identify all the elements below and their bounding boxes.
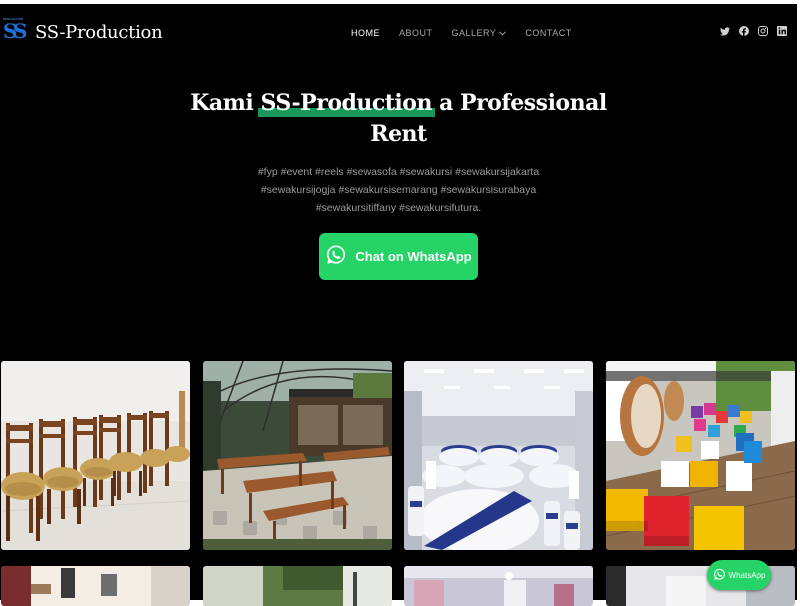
social-links [720,26,787,36]
nav-item-about[interactable]: ABOUT [399,28,433,38]
logo-mark-icon: PRODUCTION SS [3,17,31,46]
whatsapp-icon [325,244,347,270]
nav-item-label: CONTACT [525,28,572,38]
facebook-icon[interactable] [739,26,749,36]
instagram-icon[interactable] [758,26,768,36]
gallery-image-outdoor-benches[interactable] [203,361,392,550]
hero-title-highlight-text: SS-Production [260,90,432,116]
twitter-icon[interactable] [720,26,730,36]
nav-item-contact[interactable]: CONTACT [525,28,571,38]
brand-logo[interactable]: PRODUCTION SS SS-Production [3,17,163,46]
hero-title-highlight: SS-Production [258,88,435,119]
nav-item-label: GALLERY [451,28,497,38]
hero-title-after: a Professional [431,90,607,116]
gallery-image-banquet-hall[interactable] [404,361,593,550]
gallery-image-row2-2[interactable] [203,566,392,606]
gallery-image-colorful-cubes[interactable] [606,361,795,550]
gallery-image-wooden-chairs[interactable] [1,361,190,550]
whatsapp-icon [713,566,726,585]
main-nav: HOME ABOUT GALLERY CONTACT [351,28,591,38]
hero-title-line2: Rent [370,121,427,147]
hero-description: #fyp #event #reels #sewasofa #sewakursi … [257,166,540,214]
nav-item-home[interactable]: HOME [351,28,380,38]
nav-item-label: ABOUT [399,28,433,38]
floating-whatsapp-label: WhatsApp [728,570,766,580]
hero-title: Kami SS-Production a Professional Rent [0,88,797,150]
site-header: PRODUCTION SS SS-Production HOME ABOUT G… [0,4,797,62]
nav-item-gallery[interactable]: GALLERY [452,28,507,38]
linkedin-icon[interactable] [777,26,787,36]
logo-mark-letters: SS [3,19,28,43]
hero-section: Kami SS-Production a Professional Rent #… [0,88,797,217]
gallery-image-row2-1[interactable] [1,566,190,606]
nav-item-label: HOME [351,28,380,38]
brand-name: SS-Production [35,21,163,43]
chat-on-whatsapp-label: Chat on WhatsApp [355,249,472,264]
floating-whatsapp-button[interactable]: WhatsApp [707,560,771,590]
hero-title-before: Kami [190,90,261,116]
chevron-down-icon [499,29,507,38]
gallery-image-row2-3[interactable] [404,566,593,606]
chat-on-whatsapp-button[interactable]: Chat on WhatsApp [319,233,478,280]
